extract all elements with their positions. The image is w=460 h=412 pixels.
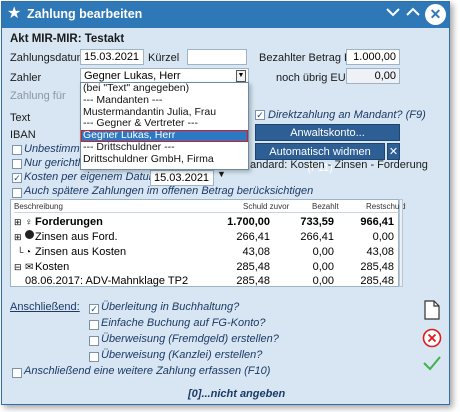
row-label: Kosten [35, 261, 70, 273]
expand-icon[interactable]: ⊞ [14, 230, 22, 245]
ueberweisung-fremdgeld-label: Überweisung (Fremdgeld) erstellen? [101, 333, 279, 345]
kuerzel-label: Kürzel [148, 52, 180, 64]
forderung-icon: ♀ [25, 217, 33, 228]
row-schuld: 43,08 [242, 246, 270, 258]
close-icon[interactable]: ✕ [387, 143, 400, 160]
collapse-icon[interactable]: ⊟ [14, 260, 22, 275]
row-schuld: 285,48 [236, 261, 270, 273]
automatisch-widmen-button[interactable]: Automatisch widmen (F11) [255, 143, 385, 174]
checkmark-icon[interactable] [422, 354, 442, 377]
clock-icon: ◔ [25, 247, 32, 258]
ueberweisung-fremdgeld-checkbox[interactable] [89, 336, 99, 346]
row-bezahlt: 0,00 [312, 246, 334, 258]
column-header-beschreibung: Beschreibung [14, 202, 63, 211]
close-icon[interactable]: ✕ [425, 4, 446, 25]
table-scrollbar[interactable] [399, 199, 403, 287]
envelope-icon: ✉ [25, 262, 34, 273]
chevron-down-icon[interactable] [385, 5, 401, 23]
kuerzel-input[interactable] [187, 49, 247, 65]
row-bezahlt: 0,00 [312, 275, 334, 287]
cancel-icon[interactable] [422, 328, 442, 353]
row-schuld: 285,48 [236, 275, 270, 287]
kosten-per-datum-checkbox[interactable]: ✓ [12, 173, 22, 183]
weitere-zahlung-label: Anschließend eine weitere Zahlung erfass… [24, 365, 271, 377]
row-rest: 43,08 [366, 246, 394, 258]
noch-uebrig-input: 0,00 [346, 68, 400, 84]
zahler-value: Gegner Lukas, Herr [84, 70, 181, 82]
nicht-angeben-link[interactable]: [0]...nicht angeben [188, 388, 285, 400]
row-bezahlt: 0,00 [312, 261, 334, 273]
text-label: Text [10, 112, 31, 124]
dropdown-arrow-icon[interactable]: ▼ [217, 169, 226, 179]
row-rest: 285,48 [360, 261, 394, 273]
row-schuld: 1.700,00 [227, 216, 270, 228]
zahlung-fuer-label: Zahlung für [10, 90, 66, 102]
column-header-schuld: Schuld zuvor [243, 202, 290, 211]
column-header-bezahlt: Bezahlt [312, 202, 339, 211]
dropdown-option[interactable]: --- Drittschuldner --- [81, 141, 248, 154]
row-bezahlt: 266,41 [300, 231, 334, 243]
table-row[interactable]: ⊟ ✉ Kosten 285,48 0,00 285,48 [11, 260, 400, 275]
table-row[interactable]: 08.06.2017: ADV-Mahnklage TP2 285,48 0,0… [11, 274, 400, 289]
nur-gerichtlich-label: Nur gerichtlic [24, 157, 89, 169]
row-bezahlt: 733,59 [300, 216, 334, 228]
dropdown-option[interactable]: Drittschuldner GmbH, Firma [81, 153, 248, 166]
title-bar: ★ Zahlung bearbeiten ✕ [2, 2, 449, 28]
direktzahlung-label: Direktzahlung an Mandant? (F9) [268, 109, 426, 121]
new-document-icon[interactable] [424, 300, 440, 325]
row-rest: 285,48 [360, 275, 394, 287]
zahler-dropdown-list[interactable]: (bei "Text" angegeben) --- Mandanten ---… [80, 82, 249, 170]
nur-gerichtlich-checkbox[interactable] [12, 159, 22, 169]
row-label: Forderungen [35, 216, 103, 228]
anwaltskonto-button[interactable]: Anwaltskonto... [255, 124, 400, 141]
row-label: 08.06.2017: ADV-Mahnklage TP2 [25, 275, 189, 287]
akt-header: Akt MIR-MIR: Testakt [10, 33, 125, 45]
noch-uebrig-label: noch übrig EUR [276, 72, 354, 84]
table-row[interactable]: ⊞ Zinsen aus Ford. 266,41 266,41 0,00 [11, 230, 400, 245]
row-rest: 0,00 [372, 231, 394, 243]
window-title: Zahlung bearbeiten [27, 7, 143, 21]
anschliessend-label: Anschließend: [10, 301, 80, 313]
table-row[interactable]: └ ◔ Zinsen aus Kosten 43,08 0,00 43,08 [11, 245, 400, 260]
table-row[interactable]: ⊞ ♀ Forderungen 1.700,00 733,59 966,41 [11, 215, 400, 230]
row-label: Zinsen aus Kosten [35, 246, 127, 258]
ueberleitung-label: Überleitung in Buchhaltung? [101, 301, 240, 313]
dropdown-arrow-icon[interactable]: ▼ [236, 70, 246, 82]
payment-dialog: ★ Zahlung bearbeiten ✕ Akt MIR-MIR: Test… [1, 1, 450, 405]
payment-allocation-table[interactable]: Beschreibung Schuld zuvor Bezahlt Restsc… [10, 199, 406, 289]
ueberweisung-kanzlei-label: Überweisung (Kanzlei) erstellen? [101, 349, 263, 361]
zahler-label: Zahler [10, 72, 42, 84]
zahlungsdatum-label: Zahlungsdatum [10, 52, 86, 64]
ueberleitung-checkbox[interactable]: ✓ [89, 304, 99, 314]
auch-spaetere-checkbox[interactable] [12, 188, 22, 198]
tree-line-icon: └ [17, 247, 24, 257]
dropdown-option[interactable]: --- Mandanten --- [81, 94, 248, 107]
kosten-datum-input[interactable]: 15.03.2021 [150, 170, 214, 186]
einfache-buchung-label: Einfache Buchung auf FG-Konto? [101, 317, 266, 329]
kosten-per-datum-label: Kosten per eigenem Datum: [24, 171, 161, 183]
unbestimmt-label: Unbestimmt [24, 143, 83, 155]
einfache-buchung-checkbox[interactable] [89, 320, 99, 330]
unbestimmt-checkbox[interactable] [12, 145, 22, 155]
bezahlter-betrag-input[interactable]: 1.000,00 [346, 49, 400, 65]
iban-label: IBAN [10, 129, 36, 141]
ueberweisung-kanzlei-checkbox[interactable] [89, 352, 99, 362]
weitere-zahlung-checkbox[interactable] [12, 368, 22, 378]
row-label: Zinsen aus Ford. [35, 231, 118, 243]
standard-label: andard: Kosten - Zinsen - Forderung [250, 159, 428, 171]
zahlungsdatum-input[interactable]: 15.03.2021 [80, 49, 144, 65]
expand-icon[interactable]: ⊞ [14, 215, 22, 230]
direktzahlung-checkbox[interactable]: ✓ [255, 110, 265, 120]
chevron-up-icon[interactable] [405, 5, 421, 23]
star-icon: ★ [7, 5, 22, 22]
row-rest: 966,41 [360, 216, 394, 228]
auch-spaetere-label: Auch spätere Zahlungen im offenen Betrag… [24, 185, 314, 197]
table-header-row [14, 200, 400, 213]
row-schuld: 266,41 [236, 231, 270, 243]
